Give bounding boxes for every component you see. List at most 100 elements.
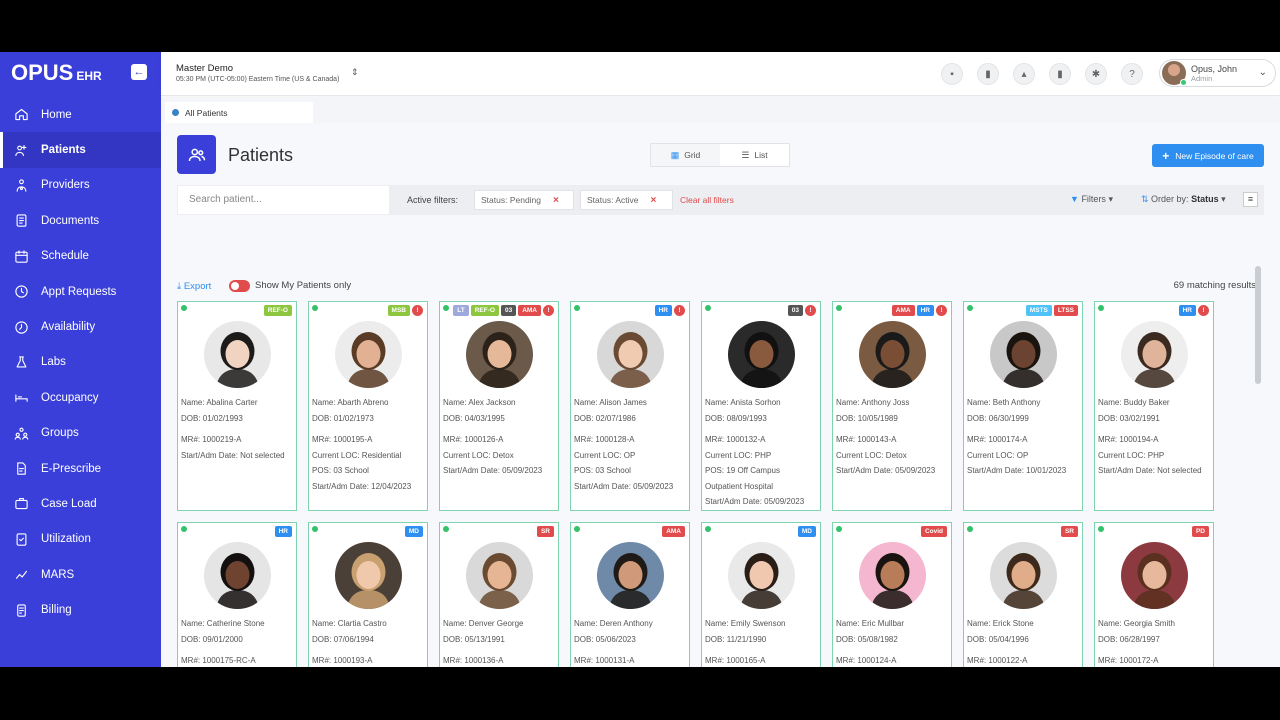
badge-group: MSTS LTSS — [1024, 305, 1078, 316]
tab-all-patients[interactable]: All Patients — [165, 102, 313, 123]
sidebar-item-mars[interactable]: MARS — [0, 557, 161, 592]
close-icon[interactable]: × — [553, 195, 559, 206]
show-mine-toggle[interactable] — [229, 280, 250, 292]
patient-tag-badge: LT — [453, 305, 469, 316]
new-episode-button[interactable]: + New Episode of care — [1152, 144, 1264, 167]
filter-chip-pending[interactable]: Status: Pending × — [474, 190, 574, 210]
sidebar-item-label: Case Load — [41, 497, 97, 510]
patient-photo — [859, 321, 926, 388]
patient-card[interactable]: MD Name: Clartia Castro DOB: 07/06/1994 MR#… — [308, 522, 428, 667]
patient-card[interactable]: HR! Name: Buddy Baker DOB: 03/02/1991 MR#: … — [1094, 301, 1214, 511]
sidebar-item-labs[interactable]: Labs — [0, 345, 161, 380]
sidebar-item-patients[interactable]: Patients — [0, 132, 161, 169]
patient-name: Name: Alex Jackson — [443, 398, 516, 407]
clipboard-icon[interactable]: ▮ — [1049, 63, 1071, 85]
patient-detail: POS: 03 School — [574, 466, 631, 475]
patient-card[interactable]: AMA Name: Deren Anthony DOB: 05/06/2023 MR#… — [570, 522, 690, 667]
sidebar-nav: Home Patients Providers Documents Schedule Ap… — [0, 97, 161, 628]
sidebar-item-e-prescribe[interactable]: E-Prescribe — [0, 451, 161, 486]
patient-card[interactable]: MSTS LTSS Name: Beth Anthony DOB: 06/30/199… — [963, 301, 1083, 511]
filters-dropdown[interactable]: ▼ Filters ▾ — [1070, 194, 1113, 205]
sidebar-item-providers[interactable]: Providers — [0, 168, 161, 203]
list-view-button[interactable]: ☰ List — [720, 144, 789, 166]
sidebar-item-availability[interactable]: Availability — [0, 309, 161, 344]
org-switch-icon[interactable]: ⇕ — [351, 67, 359, 78]
close-icon[interactable]: × — [651, 195, 657, 206]
patient-card[interactable]: AMA HR! Name: Anthony Joss DOB: 10/05/1989 M… — [832, 301, 952, 511]
chip-label: Status: Pending — [481, 195, 542, 205]
sidebar-item-home[interactable]: Home — [0, 97, 161, 132]
sort-direction-icon[interactable]: ≡ — [1243, 192, 1258, 207]
patient-mr: MR#: 1000136-A — [443, 656, 504, 665]
badge-group: Covid — [919, 526, 947, 537]
patient-detail: Current LOC: Detox — [443, 450, 514, 460]
sidebar-item-label: Labs — [41, 356, 66, 369]
status-dot — [312, 305, 318, 311]
user-menu[interactable]: Opus, John Admin ⌄ — [1159, 59, 1276, 87]
list-label: List — [754, 150, 768, 160]
patient-card[interactable]: HR! Name: Alison James DOB: 02/07/1986 MR#:… — [570, 301, 690, 511]
view-toggle: ▦ Grid ☰ List — [650, 143, 790, 167]
chevron-down-icon: ▾ — [1221, 194, 1226, 204]
patient-detail: Current LOC: PHP — [1098, 450, 1165, 460]
brand-logo[interactable]: OPUS EHR — [11, 60, 102, 86]
help-icon[interactable]: ? — [1121, 63, 1143, 85]
patient-tag-badge: AMA — [891, 305, 915, 316]
sidebar-item-appt-requests[interactable]: Appt Requests — [0, 274, 161, 309]
sidebar-item-utilization[interactable]: Utilization — [0, 522, 161, 557]
sidebar-item-label: Providers — [41, 179, 90, 192]
patient-card[interactable]: SR Name: Erick Stone DOB: 05/04/1996 MR#: 1… — [963, 522, 1083, 667]
patient-card[interactable]: MD Name: Emily Swenson DOB: 11/21/1990 MR#:… — [701, 522, 821, 667]
patient-name: Name: Abalina Carter — [181, 398, 258, 407]
patient-card[interactable]: REF-O Name: Abalina Carter DOB: 01/02/1993… — [177, 301, 297, 511]
patient-tag-badge: MSB — [387, 305, 410, 316]
patient-mr: MR#: 1000219-A — [181, 435, 242, 444]
sidebar-item-label: Appt Requests — [41, 285, 117, 298]
sidebar-item-label: Schedule — [41, 250, 89, 263]
patient-info: Name: Alex Jackson DOB: 04/03/1995 MR#: 10… — [443, 395, 559, 479]
patient-card[interactable]: Covid Name: Eric Mullbar DOB: 05/08/1982 MR… — [832, 522, 952, 667]
patient-dob: DOB: 06/30/1999 — [967, 413, 1029, 423]
patient-card[interactable]: SR Name: Denver George DOB: 05/13/1991 MR#:… — [439, 522, 559, 667]
patient-tag-badge: MSTS — [1025, 305, 1052, 316]
bell-icon[interactable]: ▴ — [1013, 63, 1035, 85]
clear-all-filters-link[interactable]: Clear all filters — [680, 195, 734, 205]
schedule-icon — [13, 248, 29, 264]
breadcrumb: All Patients — [161, 97, 1280, 123]
gear-icon[interactable]: ✱ — [1085, 63, 1107, 85]
filter-chip-active[interactable]: Status: Active × — [580, 190, 673, 210]
patient-card[interactable]: PD Name: Georgia Smith DOB: 06/28/1997 MR#:… — [1094, 522, 1214, 667]
patient-info: Name: Denver George DOB: 05/13/1991 MR#: 1… — [443, 616, 559, 667]
collapse-sidebar-icon[interactable]: ← — [131, 64, 147, 80]
logo-suffix: EHR — [76, 69, 102, 83]
patient-card[interactable]: LT REF-O 03 AMA! Name: Alex Jackson DOB: 04/0… — [439, 301, 559, 511]
sidebar-item-documents[interactable]: Documents — [0, 203, 161, 238]
patient-photo — [597, 321, 664, 388]
status-dot — [443, 526, 449, 532]
document-icon[interactable]: ▮ — [977, 63, 999, 85]
search-input[interactable]: Search patient... — [177, 185, 390, 215]
patient-mr: MR#: 1000128-A — [574, 435, 635, 444]
sidebar-item-case-load[interactable]: Case Load — [0, 486, 161, 521]
patient-card[interactable]: 03! Name: Anista Sorhon DOB: 08/09/1993 MR#… — [701, 301, 821, 511]
patient-photo — [466, 321, 533, 388]
org-selector[interactable]: Master Demo 05:30 PM (UTC-05:00) Eastern… — [176, 63, 339, 83]
patient-dob: DOB: 03/02/1991 — [1098, 413, 1160, 423]
sidebar-item-groups[interactable]: Groups — [0, 416, 161, 451]
scrollbar[interactable] — [1255, 266, 1261, 384]
patient-tag-badge: MD — [797, 526, 816, 537]
status-dot — [967, 526, 973, 532]
order-by-dropdown[interactable]: ⇅ Order by: Status ▾ — [1141, 194, 1226, 205]
patient-card[interactable]: MSB! Name: Abarth Abreno DOB: 01/02/1973 MR… — [308, 301, 428, 511]
sidebar-item-billing[interactable]: Billing — [0, 592, 161, 627]
sidebar-item-schedule[interactable]: Schedule — [0, 239, 161, 274]
patient-card[interactable]: HR Name: Catherine Stone DOB: 09/01/2000 MR… — [177, 522, 297, 667]
sidebar-item-occupancy[interactable]: Occupancy — [0, 380, 161, 415]
chat-icon[interactable]: ▪ — [941, 63, 963, 85]
export-button[interactable]: ⤓ Export — [177, 281, 211, 292]
status-dot — [836, 526, 842, 532]
patient-photo — [1121, 321, 1188, 388]
grid-view-button[interactable]: ▦ Grid — [651, 144, 720, 166]
patient-tag-badge: SR — [1060, 526, 1078, 537]
patient-dob: DOB: 04/03/1995 — [443, 413, 505, 423]
